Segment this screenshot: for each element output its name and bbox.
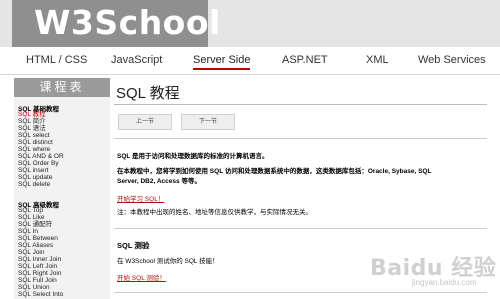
nav-html-css[interactable]: HTML / CSS [26,54,87,66]
sidebar-item[interactable]: SQL insert [18,167,48,174]
quiz-text: 在 W3School 测试你的 SQL 技能！ [117,258,219,265]
sidebar-item[interactable]: SQL Inner Join [18,256,61,263]
sidebar: 课程表 SQL 基础教程 SQL 教程 SQL 简介 SQL 语法 SQL se… [14,78,110,299]
logo[interactable]: W3School [12,0,220,47]
top-navigation: HTML / CSS JavaScript Server Side ASP.NE… [0,47,500,74]
description-line-2: Server, DB2, Access 等等。 [117,178,201,185]
sidebar-item[interactable]: SQL AND & OR [18,153,64,160]
sidebar-item[interactable]: SQL Right Join [18,270,61,277]
sidebar-item[interactable]: SQL select [18,132,50,139]
sidebar-item[interactable]: SQL Select Into [18,291,63,298]
nav-divider [0,74,500,75]
watermark-url: jingyan.baidu.com [412,278,477,287]
sidebar-item[interactable]: SQL Aliases [18,242,53,249]
sidebar-item[interactable]: SQL delete [18,181,50,188]
sidebar-item[interactable]: SQL 语法 [18,125,46,132]
sidebar-item[interactable]: SQL Between [18,235,58,242]
nav-xml[interactable]: XML [366,54,389,66]
sidebar-item[interactable]: SQL distinct [18,139,53,146]
intro-paragraph: SQL 是用于访问和处理数据库的标准的计算机语言。 [117,153,269,160]
active-nav-indicator [193,68,250,70]
divider [114,292,487,293]
nav-web-services[interactable]: Web Services [418,54,486,66]
next-button[interactable]: 下一节 [181,114,235,130]
nav-javascript[interactable]: JavaScript [111,54,162,66]
sidebar-item[interactable]: SQL where [18,146,50,153]
page-title: SQL 教程 [116,85,180,102]
sidebar-item[interactable]: SQL Left Join [18,263,57,270]
title-divider [114,104,487,105]
sidebar-item[interactable]: SQL 简介 [18,118,46,125]
nav-aspnet[interactable]: ASP.NET [282,54,328,66]
logo-text: W3School [34,3,221,42]
nav-server-side[interactable]: Server Side [193,54,250,66]
sidebar-item[interactable]: SQL Join [18,249,45,256]
sidebar-item-current[interactable]: SQL 教程 [18,111,46,118]
sidebar-item[interactable]: SQL Like [18,214,45,221]
quiz-title: SQL 测验 [117,241,150,250]
note-text: 注：本教程中出现的姓名、地址等信息仅供教学，与实际情况无关。 [117,209,312,216]
start-learning-link[interactable]: 开始学习 SQL！ [117,193,164,203]
divider [114,138,487,139]
quiz-link[interactable]: 开始 SQL 测验！ [117,272,166,282]
sidebar-item[interactable]: SQL Full Join [18,277,57,284]
sidebar-item[interactable]: SQL Top [18,207,43,214]
description-line-1: 在本教程中，您将学到如何使用 SQL 访问和处理数据系统中的数据，这类数据库包括… [117,168,432,175]
sidebar-item[interactable]: SQL update [18,174,52,181]
sidebar-item[interactable]: SQL Order By [18,160,59,167]
sidebar-item[interactable]: SQL Union [18,284,50,291]
prev-button[interactable]: 上一节 [118,114,172,130]
divider [114,228,487,229]
sidebar-title: 课程表 [14,78,110,97]
sidebar-item[interactable]: SQL 通配符 [18,221,52,228]
sidebar-item[interactable]: SQL In [18,228,38,235]
